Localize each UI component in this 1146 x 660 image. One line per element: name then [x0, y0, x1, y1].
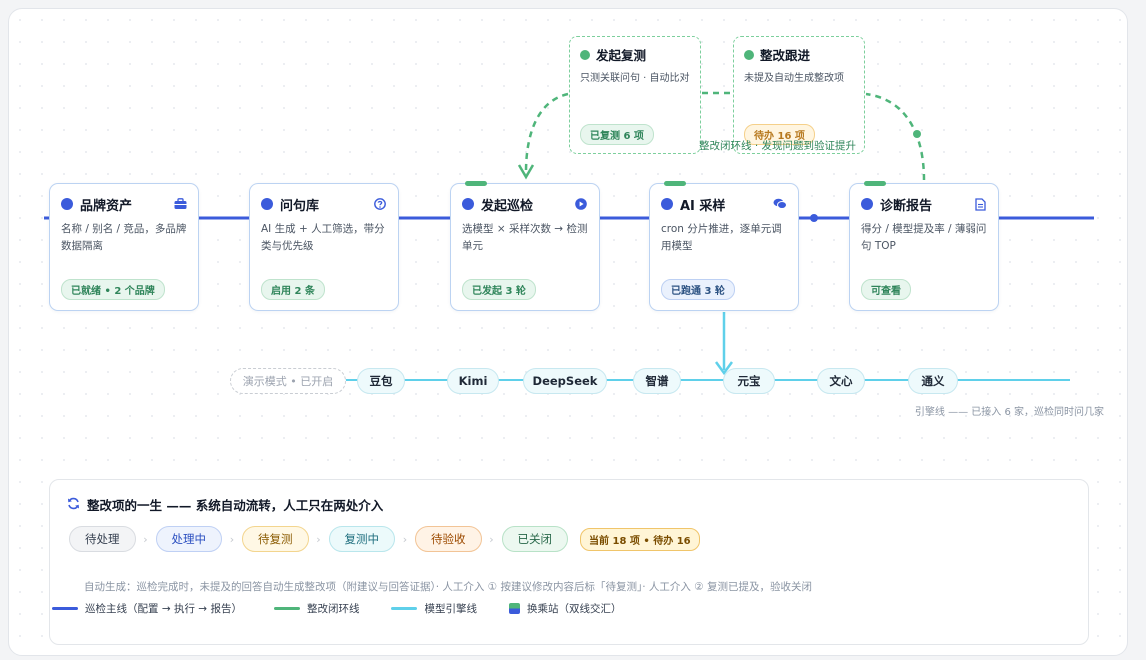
- stage-desc: 选模型 × 采样次数 → 检测单元: [462, 223, 588, 252]
- demo-mode-toggle[interactable]: 演示模式 • 已开启: [230, 368, 346, 394]
- stage-card-ai-sampling[interactable]: AI 采样 cron 分片推进，逐单元调用模型 已跑通 3 轮: [649, 181, 799, 311]
- loop-dot: [580, 49, 590, 60]
- document-icon: [973, 197, 987, 211]
- legend-item-loop-line: 整改闭环线: [273, 601, 360, 616]
- loop-transfer-tab: [465, 181, 487, 186]
- state-retesting[interactable]: 复测中: [328, 526, 395, 552]
- legend-item-model-line: 模型引擎线: [391, 601, 477, 616]
- stage-title: 问句库: [280, 198, 320, 214]
- chevron-right-icon: ›: [229, 532, 235, 546]
- stage-title: 品牌资产: [80, 198, 133, 214]
- loop-desc: 只测关联问句 · 自动比对: [580, 73, 690, 84]
- legend-item-transfer-station: 换乘站（双线交汇）: [508, 601, 622, 616]
- chat-bubbles-icon: [773, 197, 787, 211]
- stage-dot: [861, 198, 873, 210]
- legend-label: 整改闭环线: [306, 603, 360, 615]
- loop-transfer-tab: [864, 181, 886, 186]
- model-pill-yuanbao[interactable]: 元宝: [723, 368, 775, 394]
- stage-status-badge: 可查看: [861, 279, 911, 300]
- engine-line-label: 引擎线 —— 已接入 6 家，巡检同时问几家: [914, 407, 1104, 418]
- legend-label: 巡检主线（配置 → 执行 → 报告）: [85, 603, 242, 615]
- stage-card-brand-assets[interactable]: 品牌资产 名称 / 别名 / 竞品，多品牌数据隔离 已就绪 • 2 个品牌: [49, 183, 199, 311]
- stage-card-diagnostic-report[interactable]: 诊断报告 得分 / 模型提及率 / 薄弱问句 TOP 可查看: [849, 181, 999, 311]
- model-pill-doubao[interactable]: 豆包: [357, 368, 405, 394]
- stage-desc: cron 分片推进，逐单元调用模型: [661, 223, 782, 252]
- loop-title: 发起复测: [596, 48, 647, 63]
- chevron-right-icon: ›: [316, 532, 321, 546]
- refresh-icon: [67, 495, 80, 514]
- loop-title: 整改跟进: [760, 48, 811, 63]
- transfer-station-icon: [508, 603, 520, 614]
- loop-transfer-tab: [664, 181, 686, 186]
- model-pill-wenxin[interactable]: 文心: [817, 368, 865, 394]
- state-pending[interactable]: 待处理: [69, 526, 136, 552]
- stage-desc: 名称 / 别名 / 竞品，多品牌数据隔离: [61, 223, 187, 252]
- loop-dot: [744, 49, 754, 60]
- state-awaiting-retest[interactable]: 待复测: [242, 526, 309, 552]
- chevron-right-icon: ›: [143, 532, 148, 546]
- stage-title: 诊断报告: [880, 198, 933, 214]
- loop-desc: 未提及自动生成整改项: [744, 73, 844, 84]
- stage-dot: [61, 198, 73, 210]
- legend-label: 换乘站（双线交汇）: [526, 603, 622, 615]
- lifecycle-counter-badge: 当前 18 项 • 待办 16: [580, 527, 700, 551]
- model-pill-tongyi[interactable]: 通义: [908, 368, 958, 394]
- legend-label: 模型引擎线: [424, 603, 477, 615]
- legend-swatch: [391, 607, 418, 610]
- state-closed[interactable]: 已关闭: [501, 526, 568, 552]
- legend-swatch: [273, 607, 300, 610]
- lifecycle-note: 自动生成：巡检完成时，未提及的回答自动生成整改项（附建议与回答证据）· 人工介入…: [84, 581, 813, 593]
- stage-title: AI 采样: [680, 198, 726, 214]
- lifecycle-states: 待处理 › 处理中 › 待复测 › 复测中 › 待验收 › 已关闭 当前 18 …: [69, 526, 700, 552]
- stage-dot: [661, 198, 673, 210]
- loop-status-badge: 已复测 6 项: [580, 124, 654, 145]
- briefcase-icon: [173, 197, 187, 211]
- lifecycle-panel: 整改项的一生 —— 系统自动流转，人工只在两处介入 待处理 › 处理中 › 待复…: [49, 479, 1089, 645]
- stage-dot: [261, 198, 273, 210]
- model-pill-zhipu[interactable]: 智谱: [633, 368, 681, 394]
- model-pill-kimi[interactable]: Kimi: [447, 368, 499, 394]
- loop-node-retest[interactable]: 发起复测 只测关联问句 · 自动比对 已复测 6 项: [569, 36, 701, 154]
- legend-item-main-line: 巡检主线（配置 → 执行 → 报告）: [52, 601, 242, 616]
- lifecycle-header: 整改项的一生 —— 系统自动流转，人工只在两处介入: [67, 495, 383, 514]
- stage-desc: 得分 / 模型提及率 / 薄弱问句 TOP: [861, 223, 987, 252]
- loop-node-followup[interactable]: 整改跟进 未提及自动生成整改项 待办 16 项: [733, 36, 865, 154]
- play-icon: [574, 197, 588, 211]
- stage-dot: [462, 198, 474, 210]
- stage-status-badge: 已跑通 3 轮: [661, 279, 735, 300]
- loop-line-label: 整改闭环线 · 发现问题到验证提升: [699, 140, 857, 152]
- stage-desc: AI 生成 + 人工筛选，带分类与优先级: [261, 223, 385, 252]
- stage-status-badge: 已就绪 • 2 个品牌: [61, 279, 165, 300]
- state-in-progress[interactable]: 处理中: [155, 526, 222, 552]
- state-awaiting-acceptance[interactable]: 待验收: [415, 526, 482, 552]
- stage-status-badge: 启用 2 条: [261, 279, 325, 300]
- model-pill-deepseek[interactable]: DeepSeek: [523, 368, 607, 394]
- stage-card-question-bank[interactable]: 问句库 AI 生成 + 人工筛选，带分类与优先级 启用 2 条: [249, 183, 399, 311]
- chevron-right-icon: ›: [402, 532, 408, 546]
- stage-card-start-inspection[interactable]: 发起巡检 选模型 × 采样次数 → 检测单元 已发起 3 轮: [450, 181, 600, 311]
- legend-swatch: [52, 607, 78, 610]
- legend: 巡检主线（配置 → 执行 → 报告） 整改闭环线 模型引擎线 换乘站（双线交汇）: [52, 601, 653, 616]
- stage-title: 发起巡检: [481, 198, 534, 214]
- stage-status-badge: 已发起 3 轮: [462, 279, 536, 300]
- lifecycle-title: 整改项的一生 —— 系统自动流转，人工只在两处介入: [87, 498, 384, 513]
- question-circle-icon: [373, 197, 387, 211]
- chevron-right-icon: ›: [489, 532, 494, 546]
